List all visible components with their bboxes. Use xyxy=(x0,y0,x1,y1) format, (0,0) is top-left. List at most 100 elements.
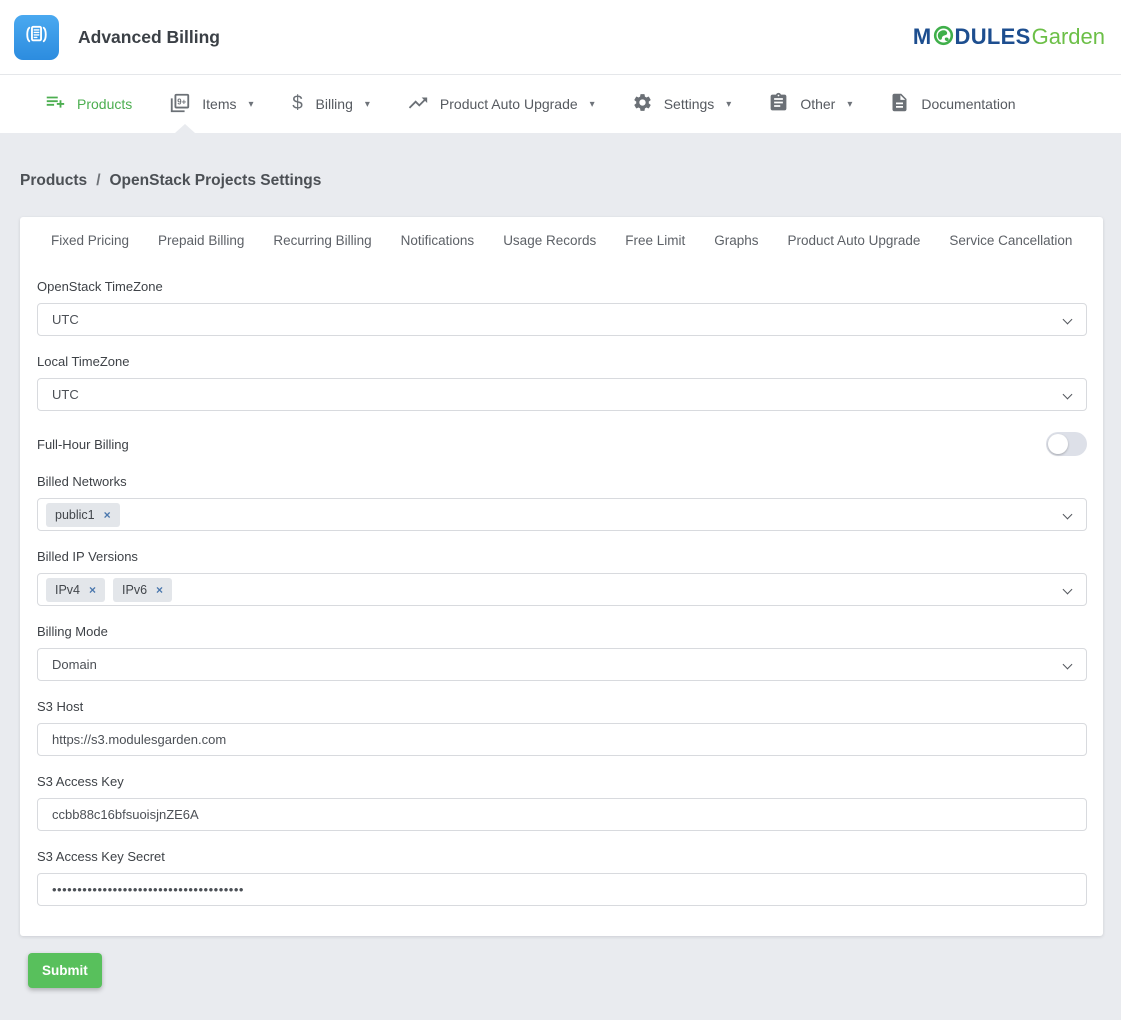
select-value: UTC xyxy=(52,387,79,402)
tab-fixed-pricing[interactable]: Fixed Pricing xyxy=(51,233,129,248)
field-billing-mode: Billing Mode Domain xyxy=(37,624,1087,681)
gear-icon xyxy=(632,92,653,116)
s3-host-input[interactable] xyxy=(37,723,1087,756)
s3-host-label: S3 Host xyxy=(37,699,1087,714)
billed-networks-multiselect[interactable]: public1 × xyxy=(37,498,1087,531)
trending-up-icon xyxy=(407,92,429,117)
field-billed-ip-versions: Billed IP Versions IPv4 × IPv6 × xyxy=(37,549,1087,606)
chevron-down-icon xyxy=(1063,315,1073,325)
filter-9-plus-icon: 9+ xyxy=(169,92,191,117)
openstack-timezone-select[interactable]: UTC xyxy=(37,303,1087,336)
tab-product-auto-upgrade[interactable]: Product Auto Upgrade xyxy=(788,233,921,248)
app-header: Advanced Billing M DULES Garden xyxy=(0,0,1121,75)
document-icon xyxy=(889,92,910,116)
svg-text:9+: 9+ xyxy=(178,97,187,106)
brand-text-garden: Garden xyxy=(1032,24,1105,50)
caret-down-icon: ▾ xyxy=(248,99,253,110)
field-s3-host: S3 Host xyxy=(37,699,1087,756)
tag-ipv4: IPv4 × xyxy=(46,578,105,602)
caret-down-icon: ▾ xyxy=(365,99,370,110)
nav-item-settings[interactable]: Settings ▾ xyxy=(632,92,732,116)
billed-networks-label: Billed Networks xyxy=(37,474,1087,489)
main-navbar: Products 9+ Items ▾ $ Billing ▾ Product … xyxy=(0,75,1121,133)
remove-tag-icon[interactable]: × xyxy=(89,583,96,597)
brand-text-m: M xyxy=(913,24,932,50)
nav-item-label: Product Auto Upgrade xyxy=(440,96,578,112)
s3-access-key-secret-input[interactable] xyxy=(37,873,1087,906)
tab-usage-records[interactable]: Usage Records xyxy=(503,233,596,248)
field-billed-networks: Billed Networks public1 × xyxy=(37,474,1087,531)
nav-item-products[interactable]: Products xyxy=(44,92,132,117)
settings-form: OpenStack TimeZone UTC Local TimeZone UT… xyxy=(37,279,1087,906)
advanced-billing-logo-icon xyxy=(21,19,52,55)
openstack-timezone-label: OpenStack TimeZone xyxy=(37,279,1087,294)
nav-item-label: Products xyxy=(77,96,132,112)
modulesgarden-logo: M DULES Garden xyxy=(913,23,1105,51)
chevron-down-icon xyxy=(1063,510,1073,520)
tab-free-limit[interactable]: Free Limit xyxy=(625,233,685,248)
tab-graphs[interactable]: Graphs xyxy=(714,233,758,248)
billed-ip-versions-label: Billed IP Versions xyxy=(37,549,1087,564)
nav-item-other[interactable]: Other ▾ xyxy=(768,92,852,116)
globe-icon xyxy=(933,25,954,51)
tab-service-cancellation[interactable]: Service Cancellation xyxy=(949,233,1072,248)
field-s3-access-key-secret: S3 Access Key Secret xyxy=(37,849,1087,906)
nav-item-label: Settings xyxy=(664,96,715,112)
submit-button[interactable]: Submit xyxy=(28,953,102,988)
tag-label: IPv4 xyxy=(55,583,80,597)
playlist-add-icon xyxy=(44,92,66,117)
breadcrumb-page: OpenStack Projects Settings xyxy=(110,172,322,190)
billing-mode-select[interactable]: Domain xyxy=(37,648,1087,681)
nav-item-product-auto-upgrade[interactable]: Product Auto Upgrade ▾ xyxy=(407,92,595,117)
nav-item-label: Billing xyxy=(316,96,353,112)
nav-item-items[interactable]: 9+ Items ▾ xyxy=(169,92,253,117)
chevron-down-icon xyxy=(1063,390,1073,400)
active-nav-notch xyxy=(175,124,195,133)
page-title: Advanced Billing xyxy=(78,27,220,48)
select-value: UTC xyxy=(52,312,79,327)
nav-item-label: Other xyxy=(800,96,835,112)
settings-card: Fixed Pricing Prepaid Billing Recurring … xyxy=(20,217,1103,936)
caret-down-icon: ▾ xyxy=(726,99,731,110)
billed-ip-versions-multiselect[interactable]: IPv4 × IPv6 × xyxy=(37,573,1087,606)
s3-access-key-label: S3 Access Key xyxy=(37,774,1087,789)
tag-ipv6: IPv6 × xyxy=(113,578,172,602)
tag-label: public1 xyxy=(55,508,95,522)
tag-label: IPv6 xyxy=(122,583,147,597)
remove-tag-icon[interactable]: × xyxy=(156,583,163,597)
tab-recurring-billing[interactable]: Recurring Billing xyxy=(273,233,371,248)
brand-text-dules: DULES xyxy=(955,24,1031,50)
remove-tag-icon[interactable]: × xyxy=(104,508,111,522)
breadcrumb-separator: / xyxy=(96,172,100,190)
tab-notifications[interactable]: Notifications xyxy=(401,233,475,248)
field-s3-access-key: S3 Access Key xyxy=(37,774,1087,831)
select-value: Domain xyxy=(52,657,97,672)
field-local-timezone: Local TimeZone UTC xyxy=(37,354,1087,411)
tab-prepaid-billing[interactable]: Prepaid Billing xyxy=(158,233,244,248)
s3-access-key-input[interactable] xyxy=(37,798,1087,831)
local-timezone-select[interactable]: UTC xyxy=(37,378,1087,411)
clipboard-icon xyxy=(768,92,789,116)
s3-access-key-secret-label: S3 Access Key Secret xyxy=(37,849,1087,864)
breadcrumb: Products / OpenStack Projects Settings xyxy=(0,133,1121,190)
nav-item-billing[interactable]: $ Billing ▾ xyxy=(291,93,370,115)
chevron-down-icon xyxy=(1063,585,1073,595)
full-hour-billing-toggle[interactable] xyxy=(1046,432,1087,456)
dollar-icon: $ xyxy=(291,93,305,115)
settings-tabs: Fixed Pricing Prepaid Billing Recurring … xyxy=(37,217,1087,261)
local-timezone-label: Local TimeZone xyxy=(37,354,1087,369)
toggle-knob xyxy=(1048,434,1068,454)
field-full-hour-billing: Full-Hour Billing xyxy=(37,432,1087,456)
chevron-down-icon xyxy=(1063,660,1073,670)
nav-item-label: Items xyxy=(202,96,236,112)
breadcrumb-section[interactable]: Products xyxy=(20,172,87,190)
full-hour-billing-label: Full-Hour Billing xyxy=(37,437,129,452)
nav-item-documentation[interactable]: Documentation xyxy=(889,92,1015,116)
tag-public1: public1 × xyxy=(46,503,120,527)
app-logo xyxy=(14,15,59,60)
nav-item-label: Documentation xyxy=(921,96,1015,112)
caret-down-icon: ▾ xyxy=(847,99,852,110)
billing-mode-label: Billing Mode xyxy=(37,624,1087,639)
caret-down-icon: ▾ xyxy=(590,99,595,110)
field-openstack-timezone: OpenStack TimeZone UTC xyxy=(37,279,1087,336)
